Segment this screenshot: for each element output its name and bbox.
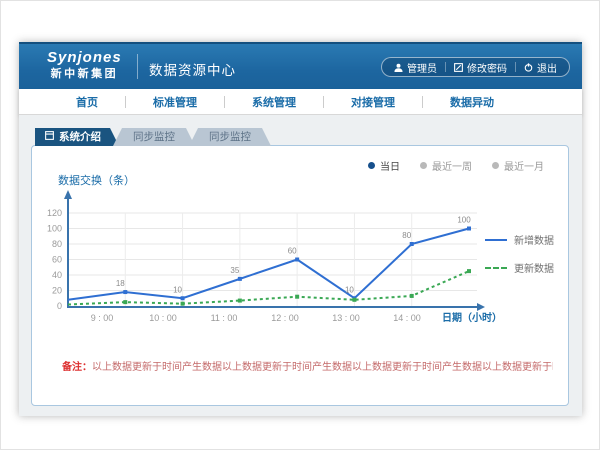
user-icon xyxy=(394,63,403,72)
footnote-text: 以上数据更新于时间产生数据以上数据更新于时间产生数据以上数据更新于时间产生数据以… xyxy=(92,362,553,373)
y-tick-label: 20 xyxy=(52,286,62,296)
content-area: 系统介绍 同步监控 同步监控 当日 最近一周 xyxy=(19,115,582,416)
x-axis-arrow-icon xyxy=(477,303,485,311)
page-background: Synjones 新中新集团 数据资源中心 管理员 修改密码 xyxy=(0,0,600,450)
chart-panel: 当日 最近一周 最近一月 数据交换（条） 0 20 40 60 80 100 120 9 : … xyxy=(31,145,569,406)
tab-sync-monitor-2-label: 同步监控 xyxy=(209,131,251,143)
user-menu: 管理员 修改密码 退出 xyxy=(381,57,570,77)
logout-label: 退出 xyxy=(537,60,557,75)
x-tick-label: 12 : 00 xyxy=(271,313,299,323)
footnote-label: 备注： xyxy=(62,362,92,373)
radio-selected-icon xyxy=(368,162,375,169)
edit-icon xyxy=(454,63,463,72)
page-title: 数据资源中心 xyxy=(149,59,236,79)
legend-item-update-data[interactable]: 更新数据 xyxy=(485,260,554,275)
series-line-1 xyxy=(68,271,469,304)
data-point xyxy=(123,300,127,304)
x-tick-label: 13 : 00 xyxy=(332,313,360,323)
filter-today[interactable]: 当日 xyxy=(368,158,400,173)
data-point xyxy=(181,302,185,306)
y-tick-label: 0 xyxy=(57,301,62,311)
legend-line-solid xyxy=(485,239,507,241)
y-tick-label: 120 xyxy=(47,208,62,218)
main-nav: 首页 标准管理 系统管理 对接管理 数据异动 xyxy=(19,89,582,115)
x-axis-title: 日期（小时） xyxy=(442,311,502,324)
nav-item-interface-mgmt[interactable]: 对接管理 xyxy=(324,94,422,110)
tab-system-intro-label: 系统介绍 xyxy=(59,128,101,146)
window-icon xyxy=(45,128,54,146)
data-point xyxy=(238,277,242,281)
y-axis-title: 数据交换（条） xyxy=(58,172,135,188)
nav-item-standard-mgmt[interactable]: 标准管理 xyxy=(126,94,224,110)
data-point-label: 80 xyxy=(402,231,411,240)
x-tick-label: 10 : 00 xyxy=(149,313,177,323)
filter-last-week-label: 最近一周 xyxy=(432,158,472,173)
radio-icon xyxy=(492,162,499,169)
legend-label-new-data: 新增数据 xyxy=(514,232,554,247)
data-point xyxy=(123,290,127,294)
legend-label-update-data: 更新数据 xyxy=(514,260,554,275)
power-icon xyxy=(524,63,533,72)
radio-icon xyxy=(420,162,427,169)
y-tick-label: 60 xyxy=(52,255,62,265)
y-axis-arrow-icon xyxy=(64,190,72,199)
data-point xyxy=(410,294,414,298)
filter-last-month-label: 最近一月 xyxy=(504,158,544,173)
x-tick-label: 9 : 00 xyxy=(91,313,114,323)
data-point xyxy=(467,269,471,273)
data-point xyxy=(467,227,471,231)
data-point-label: 10 xyxy=(345,285,354,294)
y-tick-label: 40 xyxy=(52,270,62,280)
nav-item-system-mgmt[interactable]: 系统管理 xyxy=(225,94,323,110)
data-point-label: 10 xyxy=(173,285,182,294)
footnote: 备注：以上数据更新于时间产生数据以上数据更新于时间产生数据以上数据更新于时间产生… xyxy=(62,358,553,373)
y-tick-label: 100 xyxy=(47,224,62,234)
tab-sync-monitor-1[interactable]: 同步监控 xyxy=(113,128,195,146)
tab-system-intro[interactable]: 系统介绍 xyxy=(35,128,119,146)
logout-button[interactable]: 退出 xyxy=(516,60,565,75)
data-point-label: 60 xyxy=(288,247,297,256)
tab-bar: 系统介绍 同步监控 同步监控 xyxy=(35,128,271,146)
y-tick-label: 80 xyxy=(52,239,62,249)
company-logo[interactable]: Synjones 新中新集团 xyxy=(47,49,122,82)
x-tick-label: 14 : 00 xyxy=(393,313,421,323)
line-chart: 0 20 40 60 80 100 120 9 : 00 10 : 00 11 : 00 12 : … xyxy=(42,189,562,329)
data-point xyxy=(295,295,299,299)
data-point xyxy=(410,242,414,246)
legend-line-dashed xyxy=(485,267,507,269)
chart-legend: 新增数据 更新数据 xyxy=(485,232,554,288)
user-menu-admin-label: 管理员 xyxy=(407,60,437,75)
logo-subtext: 新中新集团 xyxy=(47,68,122,82)
data-point-label: 35 xyxy=(230,266,239,275)
change-password-label: 修改密码 xyxy=(467,60,507,75)
filter-today-label: 当日 xyxy=(380,158,400,173)
legend-item-new-data[interactable]: 新增数据 xyxy=(485,232,554,247)
filter-last-week[interactable]: 最近一周 xyxy=(420,158,472,173)
data-point xyxy=(181,296,185,300)
logo-text: Synjones xyxy=(47,49,122,68)
data-point xyxy=(238,299,242,303)
nav-item-home[interactable]: 首页 xyxy=(49,94,125,110)
data-point xyxy=(295,258,299,262)
user-menu-admin[interactable]: 管理员 xyxy=(386,60,445,75)
tab-sync-monitor-2[interactable]: 同步监控 xyxy=(189,128,271,146)
data-point-label: 100 xyxy=(457,216,471,225)
app-window: Synjones 新中新集团 数据资源中心 管理员 修改密码 xyxy=(19,42,582,416)
time-range-filters: 当日 最近一周 最近一月 xyxy=(368,158,544,173)
app-header: Synjones 新中新集团 数据资源中心 管理员 修改密码 xyxy=(19,42,582,89)
data-point-label: 18 xyxy=(116,279,125,288)
x-tick-label: 11 : 00 xyxy=(211,313,238,323)
nav-item-data-change[interactable]: 数据异动 xyxy=(423,94,521,110)
tab-sync-monitor-1-label: 同步监控 xyxy=(133,131,175,143)
data-point xyxy=(352,298,356,302)
filter-last-month[interactable]: 最近一月 xyxy=(492,158,544,173)
header-divider xyxy=(137,54,138,79)
change-password-button[interactable]: 修改密码 xyxy=(446,60,515,75)
